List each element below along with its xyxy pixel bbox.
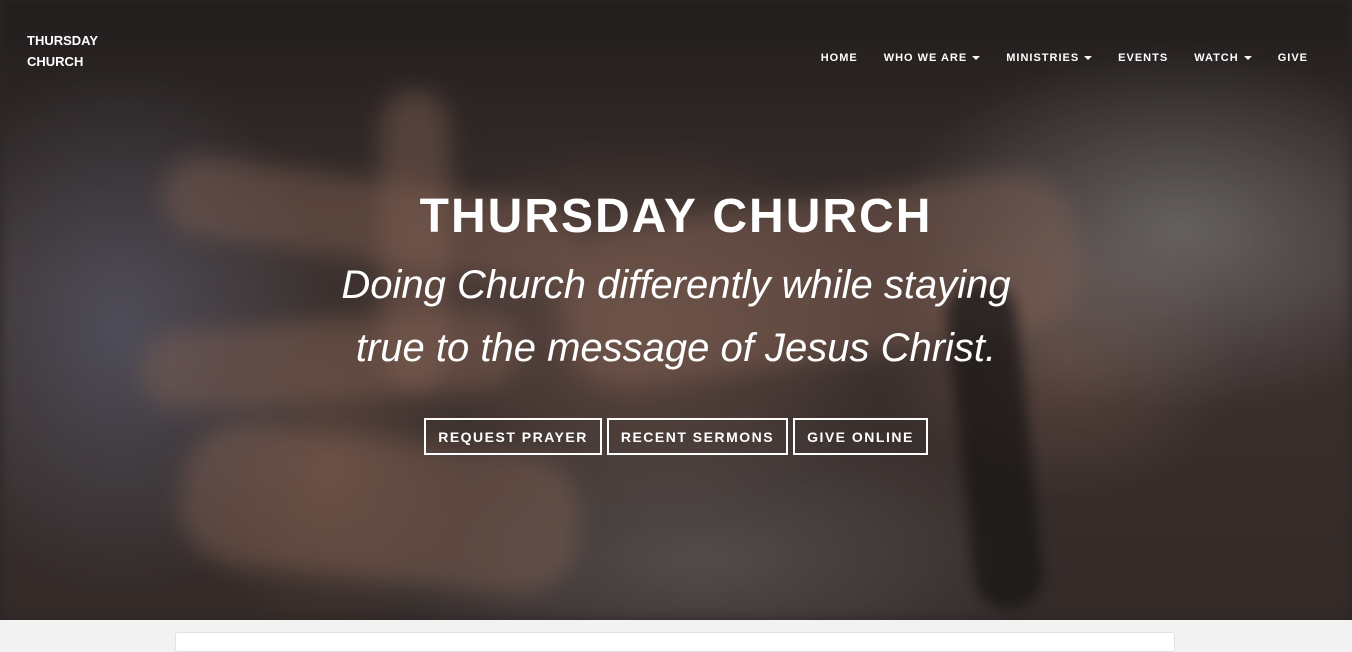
hero-title: THURSDAY CHURCH bbox=[419, 190, 933, 243]
hero-tagline-line-2: true to the message of Jesus Christ. bbox=[355, 326, 997, 370]
nav-item-events[interactable]: EVENTS bbox=[1105, 52, 1181, 64]
nav-item-home[interactable]: HOME bbox=[808, 52, 871, 64]
nav-item-give[interactable]: GIVE bbox=[1265, 52, 1321, 64]
hero-tagline: Doing Church differently while staying t… bbox=[266, 254, 1086, 380]
nav-item-label: WATCH bbox=[1194, 52, 1239, 64]
navbar: THURSDAY CHURCH HOME WHO WE ARE MINISTRI… bbox=[0, 0, 1352, 110]
nav-item-label: MINISTRIES bbox=[1006, 52, 1080, 64]
caret-down-icon bbox=[972, 56, 981, 60]
brand-line-1: THURSDAY bbox=[27, 33, 99, 48]
nav-item-watch[interactable]: WATCH bbox=[1181, 52, 1265, 64]
nav-item-ministries[interactable]: MINISTRIES bbox=[993, 52, 1105, 64]
hero-buttons: REQUEST PRAYER RECENT SERMONS GIVE ONLIN… bbox=[0, 418, 1352, 455]
caret-down-icon bbox=[1084, 56, 1093, 60]
nav-item-label: WHO WE ARE bbox=[883, 52, 968, 64]
brand-line-2: CHURCH bbox=[27, 54, 84, 69]
nav-item-who-we-are[interactable]: WHO WE ARE bbox=[871, 52, 994, 64]
hero-tagline-line-1: Doing Church differently while staying bbox=[341, 263, 1011, 307]
main-nav: HOME WHO WE ARE MINISTRIES EVENTS WATCH … bbox=[808, 52, 1321, 64]
content-card bbox=[175, 632, 1175, 652]
nav-item-label: GIVE bbox=[1277, 52, 1308, 64]
recent-sermons-button[interactable]: RECENT SERMONS bbox=[606, 418, 789, 455]
hero-section: THURSDAY CHURCH HOME WHO WE ARE MINISTRI… bbox=[0, 0, 1352, 620]
give-online-button[interactable]: GIVE ONLINE bbox=[793, 418, 928, 455]
nav-item-label: EVENTS bbox=[1118, 52, 1169, 64]
caret-down-icon bbox=[1243, 56, 1252, 60]
site-logo[interactable]: THURSDAY CHURCH bbox=[27, 30, 137, 72]
hero-content: THURSDAY CHURCH Doing Church differently… bbox=[0, 188, 1352, 380]
request-prayer-button[interactable]: REQUEST PRAYER bbox=[424, 418, 602, 455]
nav-item-label: HOME bbox=[820, 52, 858, 64]
